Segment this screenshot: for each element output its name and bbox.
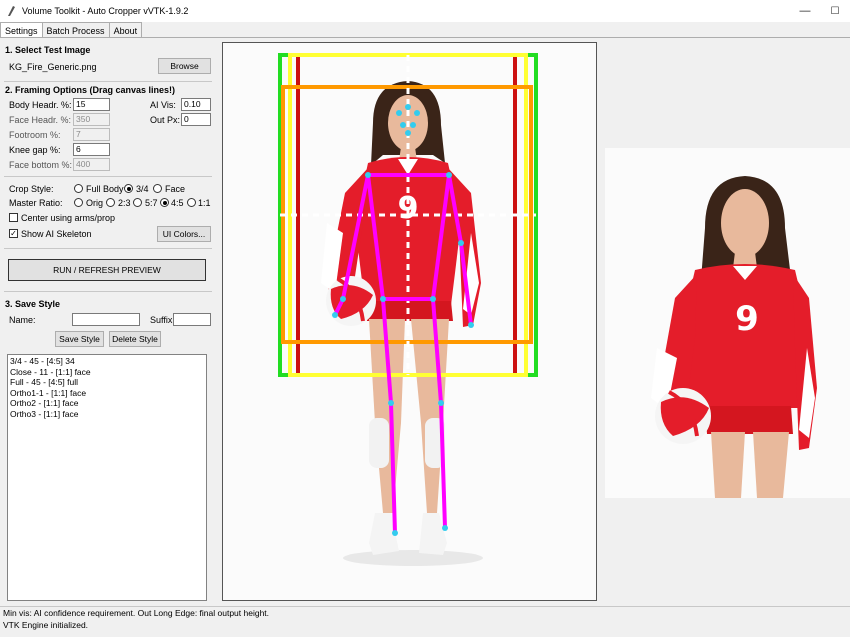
- save-style-button[interactable]: Save Style: [55, 331, 104, 347]
- maximize-button[interactable]: ☐: [820, 0, 850, 22]
- list-item[interactable]: Ortho3 - [1:1] face: [10, 409, 204, 420]
- center-arms-label: Center using arms/prop: [21, 213, 116, 223]
- delete-style-button[interactable]: Delete Style: [109, 331, 161, 347]
- maximize-icon: ☐: [830, 5, 840, 17]
- knee-gap-input[interactable]: 6: [73, 143, 110, 156]
- footroom-label: Footroom %:: [9, 130, 61, 140]
- divider: [4, 176, 212, 177]
- suffix-label: Suffix:: [150, 315, 175, 325]
- status-bar: Min vis: AI confidence requirement. Out …: [0, 606, 850, 637]
- crop-full-body-label: Full Body: [86, 184, 124, 194]
- crop-three-quarter-label: 3/4: [136, 184, 149, 194]
- center-arms-checkbox[interactable]: [9, 213, 18, 222]
- tab-bar: Settings Batch Process About: [0, 22, 143, 38]
- master-ratio-label: Master Ratio:: [9, 198, 63, 208]
- ratio-orig-radio[interactable]: [74, 198, 83, 207]
- section-framing-heading: 2. Framing Options (Drag canvas lines!): [5, 85, 176, 95]
- minimize-icon: —: [799, 5, 811, 17]
- list-item[interactable]: Close - 11 - [1:1] face: [10, 367, 204, 378]
- crop-face-label: Face: [165, 184, 186, 194]
- floor-shadow: [343, 550, 483, 566]
- footroom-input[interactable]: 7: [73, 128, 110, 141]
- knee-gap-label: Knee gap %:: [9, 145, 61, 155]
- selected-filename: KG_Fire_Generic.png: [9, 62, 97, 72]
- status-message: VTK Engine initialized.: [3, 620, 89, 630]
- ratio-4-5-radio[interactable]: [160, 198, 169, 207]
- list-item[interactable]: Ortho1-1 - [1:1] face: [10, 388, 204, 399]
- face-bottom-label: Face bottom %:: [9, 160, 73, 170]
- browse-button[interactable]: Browse: [158, 58, 211, 74]
- crop-face-radio[interactable]: [153, 184, 162, 193]
- title-bar: Volume Toolkit - Auto Cropper vVTK-1.9.2…: [0, 0, 850, 22]
- list-item[interactable]: 3/4 - 45 - [4:5] 34: [10, 356, 204, 367]
- list-item[interactable]: Ortho2 - [1:1] face: [10, 398, 204, 409]
- crop-preview: 9: [605, 148, 850, 498]
- ratio-5-7-label: 5:7: [145, 198, 158, 208]
- ratio-1-1-label: 1:1: [198, 198, 211, 208]
- saved-styles-list[interactable]: 3/4 - 45 - [4:5] 34 Close - 11 - [1:1] f…: [7, 354, 207, 601]
- crop-full-body-radio[interactable]: [74, 184, 83, 193]
- tab-batch-process[interactable]: Batch Process: [41, 22, 110, 38]
- crop-style-label: Crop Style:: [9, 184, 54, 194]
- subject-figure: 9: [321, 81, 481, 555]
- divider: [4, 248, 212, 249]
- ratio-4-5-label: 4:5: [171, 198, 184, 208]
- status-hint: Min vis: AI confidence requirement. Out …: [3, 608, 270, 618]
- ai-vis-label: AI Vis:: [150, 100, 176, 110]
- ratio-5-7-radio[interactable]: [133, 198, 142, 207]
- out-px-input[interactable]: 0: [181, 113, 211, 126]
- section-save-style-heading: 3. Save Style: [5, 299, 61, 309]
- body-headroom-input[interactable]: 15: [73, 98, 110, 111]
- ratio-2-3-radio[interactable]: [106, 198, 115, 207]
- app-icon: [8, 6, 15, 16]
- crop-three-quarter-radio[interactable]: [124, 184, 133, 193]
- window-title: Volume Toolkit - Auto Cropper vVTK-1.9.2: [22, 6, 189, 16]
- style-name-input[interactable]: [72, 313, 140, 326]
- crop-canvas[interactable]: 9: [222, 42, 597, 601]
- tab-about[interactable]: About: [108, 22, 143, 38]
- show-skeleton-label: Show AI Skeleton: [21, 229, 92, 239]
- body-headroom-label: Body Headr. %:: [9, 100, 72, 110]
- out-px-label: Out Px:: [150, 115, 181, 125]
- settings-panel: 1. Select Test Image KG_Fire_Generic.png…: [0, 38, 218, 606]
- section-select-image-heading: 1. Select Test Image: [5, 45, 91, 55]
- ratio-1-1-radio[interactable]: [187, 198, 196, 207]
- show-skeleton-checkbox[interactable]: ✓: [9, 229, 18, 238]
- face-headroom-input[interactable]: 350: [73, 113, 110, 126]
- run-refresh-button[interactable]: RUN / REFRESH PREVIEW: [8, 259, 206, 281]
- name-label: Name:: [9, 315, 36, 325]
- checkmark-icon: ✓: [10, 229, 17, 238]
- minimize-button[interactable]: —: [790, 0, 820, 22]
- list-item[interactable]: Full - 45 - [4:5] full: [10, 377, 204, 388]
- face-headroom-label: Face Headr. %:: [9, 115, 72, 125]
- preview-drawing: 9: [651, 176, 817, 498]
- tab-settings[interactable]: Settings: [0, 22, 43, 38]
- ai-vis-input[interactable]: 0.10: [181, 98, 211, 111]
- ratio-orig-label: Orig: [86, 198, 104, 208]
- face-bottom-input[interactable]: 400: [73, 158, 110, 171]
- canvas-drawing: 9: [278, 53, 538, 566]
- divider: [4, 81, 212, 82]
- ratio-2-3-label: 2:3: [118, 198, 131, 208]
- ui-colors-button[interactable]: UI Colors...: [157, 226, 211, 242]
- divider: [4, 291, 212, 292]
- preview-jersey-number: 9: [735, 299, 759, 339]
- suffix-input[interactable]: [173, 313, 211, 326]
- preview-subject: 9: [651, 176, 817, 498]
